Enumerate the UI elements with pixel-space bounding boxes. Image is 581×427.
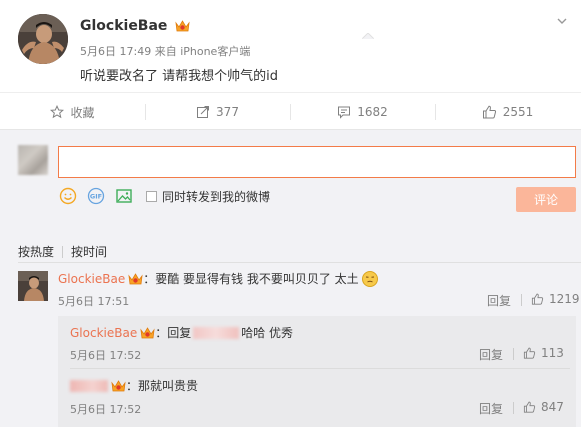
- vip-crown-icon[interactable]: [111, 379, 126, 392]
- gif-icon: GIF: [87, 187, 105, 205]
- reply-body: GlockieBae ：回复 哈哈 优秀: [70, 324, 293, 341]
- sort-by-time-tab[interactable]: 按时间: [71, 243, 107, 260]
- commenter-avatar[interactable]: [18, 271, 48, 301]
- reply-button[interactable]: 回复: [479, 400, 503, 417]
- reply-like-button[interactable]: 113: [523, 346, 564, 360]
- divider: [18, 262, 581, 263]
- sort-by-hot-tab[interactable]: 按热度: [18, 243, 54, 260]
- post-meta: 5月6日 17:49 来自 iPhone客户端: [80, 43, 250, 59]
- my-avatar: [18, 145, 48, 175]
- post-source: 来自 iPhone客户端: [154, 45, 251, 58]
- star-icon: [50, 105, 65, 119]
- post-action-bar: 收藏 377 1682 2551: [0, 92, 581, 130]
- gif-button[interactable]: GIF: [86, 186, 106, 206]
- blurred-mention: [193, 326, 240, 339]
- comment-input[interactable]: [58, 146, 576, 178]
- reply-text-suffix: 哈哈 优秀: [241, 326, 294, 340]
- comment-like-count: 1219: [549, 292, 580, 306]
- reply-like-count: 113: [541, 346, 564, 360]
- active-tab-pointer: [362, 33, 374, 39]
- thumbs-up-icon: [531, 293, 544, 305]
- emoji-button[interactable]: [58, 186, 78, 206]
- chevron-down-icon[interactable]: [555, 14, 569, 28]
- awkward-face-glyph: [365, 276, 374, 282]
- comment-sort-tabs: 按热度 按时间: [18, 243, 107, 260]
- reply-text: ：那就叫贵贵: [126, 379, 199, 393]
- reply-button[interactable]: 回复: [479, 346, 503, 363]
- avatar-photo: [18, 14, 68, 64]
- post-text: 听说要改名了 请帮我想个帅气的id: [80, 69, 278, 84]
- image-button[interactable]: [114, 186, 134, 206]
- vip-crown-icon[interactable]: [140, 326, 155, 339]
- thumbs-up-icon: [523, 401, 536, 413]
- reply-button[interactable]: 回复: [487, 292, 511, 309]
- image-icon: [116, 189, 132, 203]
- vip-crown-icon[interactable]: [175, 19, 190, 32]
- composer-toolbar: GIF 同时转发到我的微博: [58, 186, 270, 206]
- post-username[interactable]: GlockieBae: [80, 18, 190, 34]
- repost-checkbox-label[interactable]: 同时转发到我的微博: [162, 188, 270, 205]
- comment-icon: [338, 106, 351, 119]
- smiley-icon: [59, 187, 77, 205]
- divider: [62, 245, 64, 258]
- reply-text-prefix: ：回复: [155, 326, 192, 340]
- reply-body: ：那就叫贵贵: [70, 377, 198, 394]
- reply-time: 5月6日 17:52: [70, 349, 142, 362]
- divider: [521, 294, 522, 306]
- repost-button[interactable]: 377: [145, 93, 290, 131]
- blurred-username[interactable]: [70, 379, 108, 392]
- comment-body: GlockieBae ：要酷 要显得有钱 我不要叫贝贝了 太土: [58, 270, 378, 287]
- comment-like-button[interactable]: 1219: [531, 292, 580, 306]
- repost-icon: [197, 106, 210, 118]
- divider: [513, 402, 514, 414]
- submit-comment-button[interactable]: 评论: [516, 187, 576, 212]
- svg-text:GIF: GIF: [90, 193, 102, 201]
- comment-time: 5月6日 17:51: [58, 295, 130, 308]
- vip-crown-icon[interactable]: [128, 272, 143, 285]
- reply-time: 5月6日 17:52: [70, 403, 142, 416]
- reply-like-count: 847: [541, 400, 564, 414]
- divider: [70, 368, 570, 369]
- like-button[interactable]: 2551: [435, 93, 580, 131]
- comment-text: ：要酷 要显得有钱 我不要叫贝贝了 太土: [143, 272, 359, 286]
- avatar-photo: [18, 271, 48, 301]
- thumbs-up-icon: [482, 105, 496, 119]
- comment-button[interactable]: 1682: [290, 93, 435, 131]
- thumbs-up-icon: [523, 347, 536, 359]
- comment-username[interactable]: GlockieBae: [58, 272, 125, 286]
- user-avatar[interactable]: [18, 14, 68, 64]
- awkward-emoji-icon: [361, 270, 378, 287]
- reply-like-button[interactable]: 847: [523, 400, 564, 414]
- divider: [513, 348, 514, 360]
- reply-username[interactable]: GlockieBae: [70, 326, 137, 340]
- favorite-button[interactable]: 收藏: [0, 93, 145, 131]
- post-date[interactable]: 5月6日 17:49: [80, 45, 151, 58]
- weibo-post: GlockieBae 5月6日 17:49 来自 iPhone客户端 听说要改名…: [0, 0, 581, 92]
- repost-checkbox[interactable]: [146, 190, 157, 202]
